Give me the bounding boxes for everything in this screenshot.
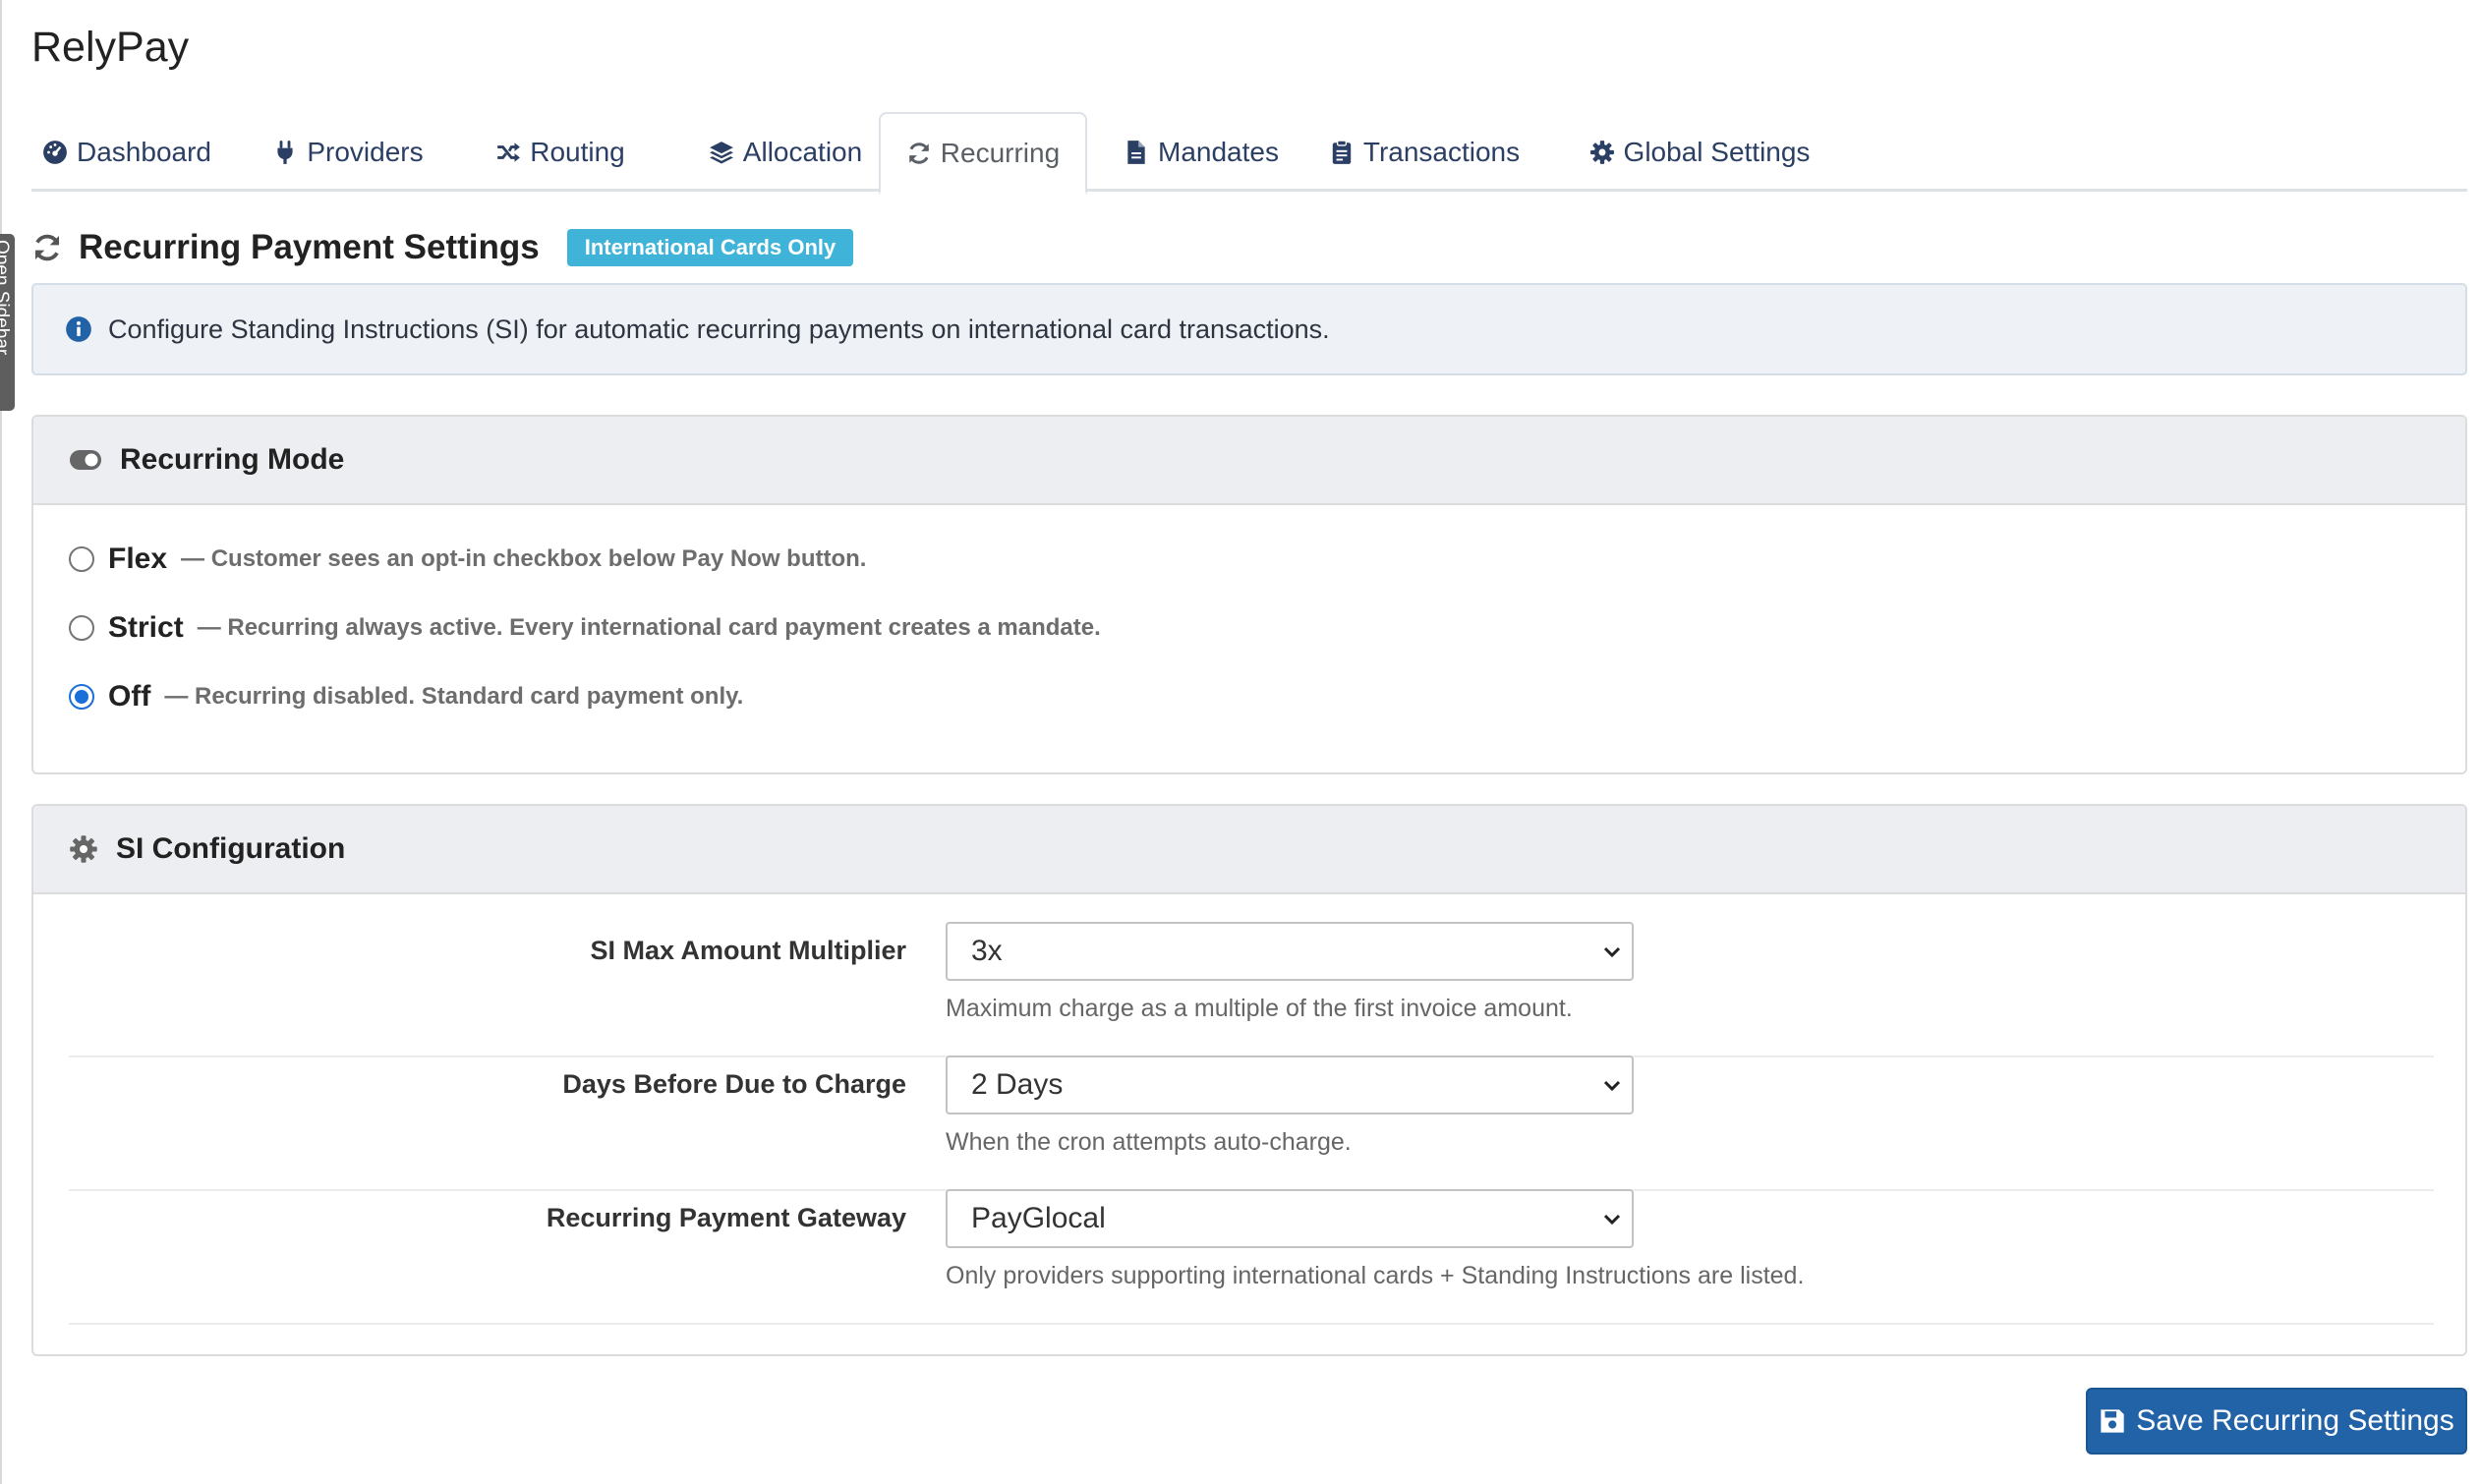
radio-option-off[interactable]: Off — Recurring disabled. Standard card …	[69, 680, 743, 713]
field-help: Maximum charge as a multiple of the firs…	[946, 995, 1573, 1022]
si-max-multiplier-select[interactable]: 3x	[946, 922, 1634, 981]
tab-label: Providers	[307, 136, 424, 167]
days-before-due-select[interactable]: 2 Days	[946, 1056, 1634, 1114]
option-name: Flex	[108, 542, 168, 575]
radio-button[interactable]	[69, 615, 94, 641]
radio-button[interactable]	[69, 546, 94, 572]
app-title: RelyPay	[31, 24, 190, 71]
tab-label: Transactions	[1362, 136, 1521, 167]
select-value: 2 Days	[971, 1068, 1064, 1101]
form-row-days-before-due: Days Before Due to Charge 2 Days When th…	[69, 1056, 2434, 1191]
card-title: Recurring Mode	[120, 443, 345, 476]
select-value: 3x	[971, 935, 1003, 967]
form-row-multiplier: SI Max Amount Multiplier 3x Maximum char…	[69, 922, 2434, 1057]
option-description: — Recurring disabled. Standard card paym…	[164, 683, 744, 710]
option-name: Off	[108, 680, 151, 713]
tab-label: Routing	[530, 136, 625, 167]
recurring-mode-card: Recurring Mode Flex — Customer sees an o…	[31, 415, 2467, 774]
field-help: When the cron attempts auto-charge.	[946, 1128, 1352, 1156]
form-row-gateway: Recurring Payment Gateway PayGlocal Only…	[69, 1189, 2434, 1325]
tab-recurring[interactable]: Recurring	[879, 112, 1087, 195]
main-nav-tabs: Dashboard Providers Routing Allocation R…	[31, 112, 2467, 195]
radio-option-flex[interactable]: Flex — Customer sees an opt-in checkbox …	[69, 542, 866, 576]
field-help: Only providers supporting international …	[946, 1262, 1805, 1289]
chevron-down-icon	[1603, 1214, 1621, 1226]
field-label: SI Max Amount Multiplier	[590, 936, 906, 965]
gear-icon	[1589, 140, 1614, 164]
sync-icon	[908, 142, 929, 164]
save-button-label: Save Recurring Settings	[2136, 1404, 2454, 1437]
card-title: SI Configuration	[116, 832, 346, 865]
toggle-icon	[70, 450, 101, 470]
page-left-border	[0, 0, 2, 1484]
select-value: PayGlocal	[971, 1202, 1106, 1234]
open-sidebar-toggle[interactable]: Open Sidebar	[0, 234, 15, 411]
tab-routing[interactable]: Routing	[474, 112, 647, 192]
radio-option-strict[interactable]: Strict — Recurring always active. Every …	[69, 611, 1101, 645]
field-label: Days Before Due to Charge	[562, 1069, 906, 1099]
file-icon	[1127, 140, 1145, 164]
recurring-gateway-select[interactable]: PayGlocal	[946, 1189, 1634, 1248]
plug-icon	[277, 140, 293, 164]
tab-label: Dashboard	[77, 136, 211, 167]
sync-icon	[34, 234, 60, 261]
tab-transactions[interactable]: Transactions	[1317, 112, 1531, 192]
tab-label: Mandates	[1158, 136, 1279, 167]
section-heading: Recurring Payment Settings International…	[31, 228, 854, 267]
chevron-down-icon	[1603, 1080, 1621, 1092]
tab-allocation[interactable]: Allocation	[676, 112, 894, 192]
radio-button-checked[interactable]	[69, 684, 94, 710]
tab-mandates[interactable]: Mandates	[1113, 112, 1290, 192]
option-description: — Customer sees an opt-in checkbox below…	[181, 545, 867, 572]
recurring-mode-header: Recurring Mode	[33, 417, 2465, 505]
dashboard-icon	[43, 140, 67, 164]
international-cards-badge: International Cards Only	[566, 229, 854, 266]
si-configuration-card: SI Configuration SI Max Amount Multiplie…	[31, 804, 2467, 1356]
field-label: Recurring Payment Gateway	[546, 1203, 906, 1232]
open-sidebar-label: Open Sidebar	[0, 240, 12, 356]
tab-label: Recurring	[940, 137, 1061, 168]
option-name: Strict	[108, 611, 184, 644]
info-icon	[66, 316, 91, 342]
save-icon	[2101, 1409, 2124, 1433]
chevron-down-icon	[1603, 946, 1621, 958]
shuffle-icon	[497, 142, 521, 162]
save-recurring-settings-button[interactable]: Save Recurring Settings	[2086, 1388, 2467, 1455]
tab-dashboard[interactable]: Dashboard	[31, 112, 222, 192]
tab-global-settings[interactable]: Global Settings	[1565, 112, 1834, 192]
tab-providers[interactable]: Providers	[250, 112, 446, 192]
tab-label: Global Settings	[1623, 136, 1811, 167]
info-text: Configure Standing Instructions (SI) for…	[108, 314, 1330, 344]
option-description: — Recurring always active. Every interna…	[197, 614, 1101, 641]
clipboard-icon	[1332, 139, 1352, 164]
tab-label: Allocation	[742, 136, 863, 167]
si-configuration-header: SI Configuration	[33, 806, 2465, 894]
layers-icon	[709, 141, 733, 163]
info-alert: Configure Standing Instructions (SI) for…	[31, 283, 2467, 375]
page-title: Recurring Payment Settings	[79, 228, 540, 266]
gear-icon	[70, 835, 97, 863]
